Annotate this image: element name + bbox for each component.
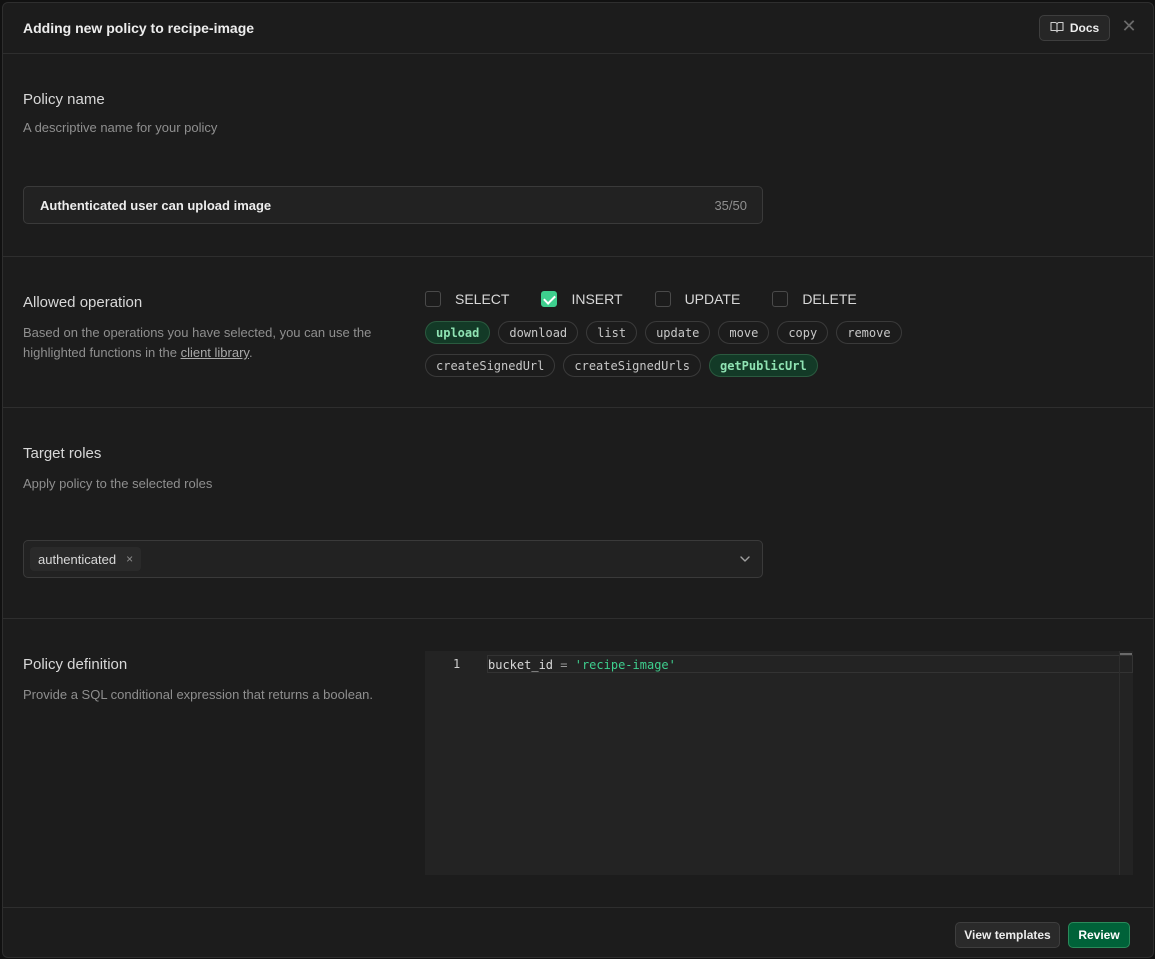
allowed-operation-title: Allowed operation: [23, 294, 143, 311]
code-string: 'recipe-image': [574, 658, 676, 672]
function-chip-update: update: [645, 321, 711, 344]
policy-name-description: A descriptive name for your policy: [23, 120, 218, 135]
modal-footer: View templates Review: [3, 907, 1153, 957]
function-chip-download: download: [498, 321, 579, 344]
function-chip-remove: remove: [836, 321, 902, 344]
function-chips-row-2: createSignedUrl createSignedUrls getPubl…: [425, 354, 945, 377]
view-templates-button[interactable]: View templates: [955, 922, 1060, 948]
description-end: .: [248, 345, 253, 360]
operation-label: UPDATE: [684, 291, 741, 307]
operation-update[interactable]: UPDATE: [654, 291, 741, 307]
role-label: authenticated: [38, 551, 117, 567]
update-checkbox[interactable]: [654, 291, 671, 307]
policy-modal: Adding new policy to recipe-image Docs ✕…: [2, 2, 1154, 958]
remove-role-icon[interactable]: ×: [126, 552, 133, 566]
operation-label: DELETE: [802, 291, 857, 307]
code-text: bucket_id = 'recipe-image': [488, 658, 676, 672]
roles-select[interactable]: authenticated ×: [23, 540, 763, 578]
code-identifier: bucket_id: [488, 658, 554, 672]
policy-name-value: Authenticated user can upload image: [40, 198, 272, 213]
operation-checkboxes: SELECT INSERT UPDATE DELETE: [425, 291, 889, 307]
close-icon[interactable]: ✕: [1121, 17, 1137, 35]
editor-scrollbar[interactable]: [1119, 651, 1133, 875]
function-chip-copy: copy: [777, 321, 829, 344]
target-roles-description: Apply policy to the selected roles: [23, 476, 213, 491]
target-roles-section: Target roles Apply policy to the selecte…: [3, 408, 1153, 619]
client-library-link[interactable]: client library: [181, 345, 249, 360]
modal-header: Adding new policy to recipe-image Docs ✕: [3, 3, 1153, 54]
code-operator: =: [553, 658, 575, 672]
select-checkbox[interactable]: [425, 291, 441, 307]
scrollbar-marker: [1120, 653, 1132, 655]
policy-name-input[interactable]: Authenticated user can upload image 35/5…: [23, 186, 763, 224]
policy-name-title: Policy name: [23, 91, 105, 108]
policy-name-section: Policy name A descriptive name for your …: [3, 54, 1153, 257]
docs-label: Docs: [1069, 21, 1100, 35]
code-line[interactable]: bucket_id = 'recipe-image': [487, 655, 1133, 673]
function-chip-get-public-url: getPublicUrl: [708, 354, 818, 377]
insert-checkbox[interactable]: [541, 291, 558, 307]
allowed-operation-description: Based on the operations you have selecte…: [23, 323, 383, 363]
sql-editor[interactable]: 1 bucket_id = 'recipe-image': [425, 651, 1133, 875]
char-counter: 35/50: [714, 198, 747, 213]
line-number: 1: [453, 657, 461, 671]
role-chip: authenticated ×: [30, 547, 142, 571]
operation-label: SELECT: [455, 291, 510, 307]
function-chip-list: list: [586, 321, 638, 344]
operation-select[interactable]: SELECT: [425, 291, 509, 307]
chevron-down-icon[interactable]: [738, 552, 752, 566]
operation-label: INSERT: [571, 291, 623, 307]
modal-title: Adding new policy to recipe-image: [23, 20, 255, 36]
target-roles-title: Target roles: [23, 445, 102, 462]
policy-definition-title: Policy definition: [23, 656, 128, 673]
docs-button[interactable]: Docs: [1039, 15, 1110, 41]
function-chip-create-signed-urls: createSignedUrls: [563, 354, 701, 377]
function-chips-row-1: upload download list update move copy re…: [425, 321, 945, 344]
function-chip-move: move: [718, 321, 770, 344]
function-chip-create-signed-url: createSignedUrl: [425, 354, 556, 377]
delete-checkbox[interactable]: [772, 291, 789, 307]
operation-insert[interactable]: INSERT: [541, 291, 623, 307]
operation-delete[interactable]: DELETE: [772, 291, 857, 307]
review-button[interactable]: Review: [1068, 922, 1130, 948]
policy-definition-description: Provide a SQL conditional expression tha…: [23, 687, 374, 702]
function-chip-upload: upload: [425, 321, 491, 344]
book-icon: [1050, 21, 1064, 36]
